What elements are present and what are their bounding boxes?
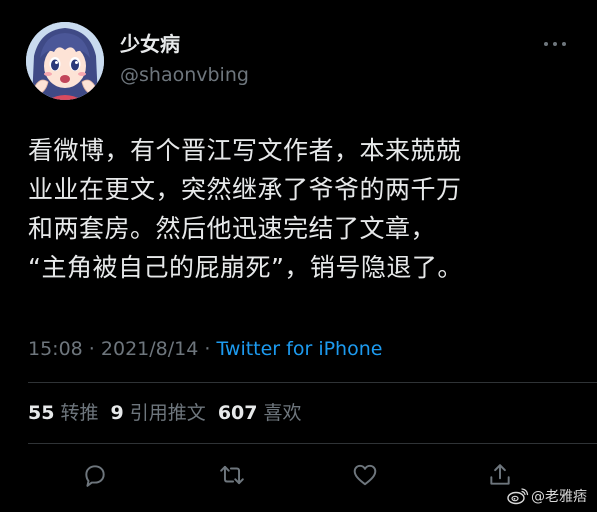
- tweet-meta: 15:08 · 2021/8/14 · Twitter for iPhone: [28, 337, 382, 361]
- retweets-count: 55: [28, 402, 55, 424]
- weibo-watermark: @老雅痞: [507, 485, 587, 507]
- watermark-text: @老雅痞: [531, 489, 587, 505]
- meta-separator: ·: [198, 338, 217, 360]
- tweet-date[interactable]: 2021/8/14: [101, 338, 198, 360]
- tweet-stats: 55 转推 9 引用推文 607 喜欢: [28, 401, 302, 425]
- divider: [28, 382, 597, 383]
- retweets-stat[interactable]: 55 转推: [28, 402, 99, 424]
- reply-icon: [85, 465, 105, 487]
- reply-button[interactable]: [80, 460, 110, 490]
- retweets-label: 转推: [60, 402, 99, 424]
- quotes-label: 引用推文: [129, 402, 206, 424]
- user-handle[interactable]: @shaonvbing: [120, 63, 249, 87]
- tweet: 少女病 @shaonvbing 看微博，有个晋江写文作者，本来兢兢 业业在更文，…: [0, 0, 597, 512]
- likes-count: 607: [217, 402, 258, 424]
- likes-stat[interactable]: 607 喜欢: [218, 402, 302, 424]
- meta-separator: ·: [82, 338, 101, 360]
- likes-label: 喜欢: [263, 402, 302, 424]
- retweet-icon: [220, 465, 244, 485]
- divider: [28, 443, 597, 444]
- tweet-time[interactable]: 15:08: [28, 338, 83, 360]
- quotes-stat[interactable]: 9 引用推文: [111, 402, 206, 424]
- more-horizontal-icon: [544, 42, 566, 46]
- client-link[interactable]: Twitter for iPhone: [216, 338, 382, 360]
- weibo-logo-icon: [507, 488, 529, 505]
- retweet-button[interactable]: [217, 460, 247, 490]
- avatar[interactable]: [26, 22, 104, 100]
- like-button[interactable]: [350, 460, 380, 490]
- anime-avatar-icon: [26, 22, 104, 100]
- tweet-text: 看微博，有个晋江写文作者，本来兢兢 业业在更文，突然继承了爷爷的两千万 和两套房…: [28, 136, 463, 282]
- display-name[interactable]: 少女病: [120, 32, 180, 56]
- more-options-button[interactable]: [540, 34, 570, 54]
- heart-icon: [353, 464, 377, 486]
- quotes-count: 9: [110, 402, 124, 424]
